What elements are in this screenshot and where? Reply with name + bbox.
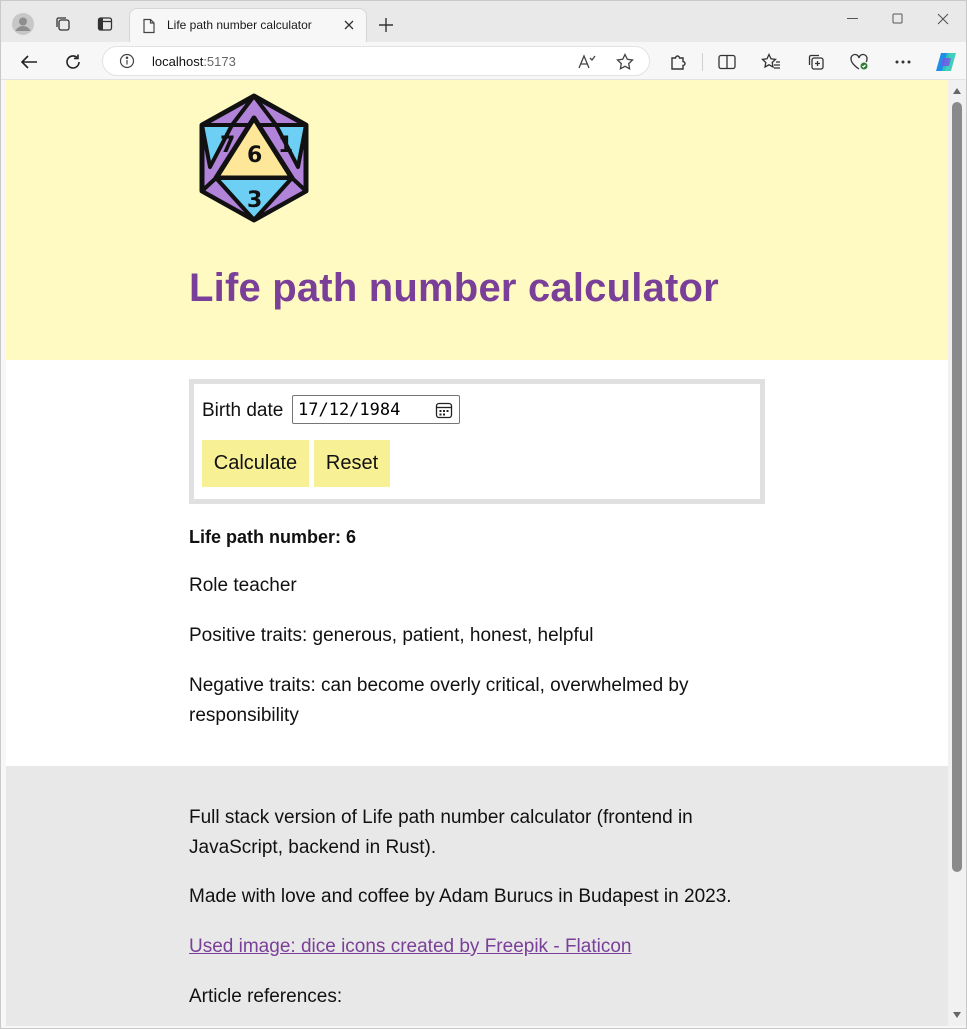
tab-strip: Life path number calculator [1,1,966,42]
site-info-icon[interactable] [119,53,135,73]
dice-number-7: 7 [220,133,235,158]
scroll-down-arrow-icon[interactable] [952,1010,962,1020]
url-text: localhost:5173 [152,54,236,69]
url-port: :5173 [203,54,236,69]
profile-avatar-icon[interactable] [9,10,37,38]
address-bar[interactable]: localhost:5173 [102,46,650,76]
url-host: localhost [152,54,204,69]
back-icon[interactable] [15,48,43,76]
negative-traits-text: Negative traits: can become overly criti… [189,675,689,726]
browser-window: Life path number calculator localhost:51… [0,0,967,1029]
minimize-icon[interactable] [838,9,868,29]
reload-icon[interactable] [59,48,87,76]
dice-number-1: 1 [278,133,293,158]
positive-traits-text: Positive traits: generous, patient, hone… [189,625,594,646]
tab-title: Life path number calculator [167,18,312,32]
extensions-icon[interactable] [667,51,689,73]
birth-date-label: Birth date [202,400,284,421]
birth-date-input[interactable]: 17/12/1984 [292,395,460,424]
new-tab-icon[interactable] [374,13,398,37]
active-tab[interactable]: Life path number calculator [129,8,367,42]
favorites-icon[interactable] [760,51,782,73]
collections-icon[interactable] [805,51,827,73]
birth-date-form: Birth date 17/12/1984 Calculate Reset [189,379,765,504]
toolbar-divider [702,53,703,71]
footer-section: Full stack version of Life path number c… [6,766,948,1026]
maximize-icon[interactable] [883,9,913,29]
browser-essentials-icon[interactable] [848,51,870,73]
page-scrollbar[interactable] [948,80,966,1026]
read-aloud-icon[interactable] [577,53,597,71]
fullstack-version-text: Full stack version of Life path number c… [189,807,693,858]
favorite-star-icon[interactable] [615,53,635,71]
image-credit-link[interactable]: Used image: dice icons created by Freepi… [189,936,631,957]
scrollbar-thumb[interactable] [952,102,962,872]
workspaces-icon[interactable] [49,10,77,38]
reset-button[interactable]: Reset [314,440,390,487]
life-path-number-heading: Life path number: 6 [189,527,357,547]
calendar-icon[interactable] [435,401,453,423]
close-window-icon[interactable] [928,9,958,29]
page-title: Life path number calculator [189,266,719,310]
d20-dice-logo-icon: 7 6 1 3 [192,92,316,224]
dice-number-3: 3 [247,188,262,213]
close-tab-icon[interactable] [340,16,358,34]
split-screen-icon[interactable] [716,51,738,73]
made-with-love-text: Made with love and coffee by Adam Burucs… [189,886,732,907]
dice-number-6: 6 [247,143,262,168]
browser-toolbar: localhost:5173 [1,42,966,80]
article-references-heading: Article references: [189,986,343,1007]
vertical-tabs-icon[interactable] [91,10,119,38]
image-credit-paragraph: Used image: dice icons created by Freepi… [189,932,769,962]
header-section: 7 6 1 3 Life path number calculator [6,80,948,360]
calculate-button[interactable]: Calculate [202,440,309,487]
page-favicon-icon [142,18,156,38]
scroll-up-arrow-icon[interactable] [952,86,962,96]
copilot-icon[interactable] [933,49,959,75]
birth-date-value: 17/12/1984 [298,400,401,420]
page-viewport: 7 6 1 3 Life path number calculator Birt… [6,80,948,1026]
role-text: Role teacher [189,575,297,596]
more-options-icon[interactable] [892,51,914,73]
